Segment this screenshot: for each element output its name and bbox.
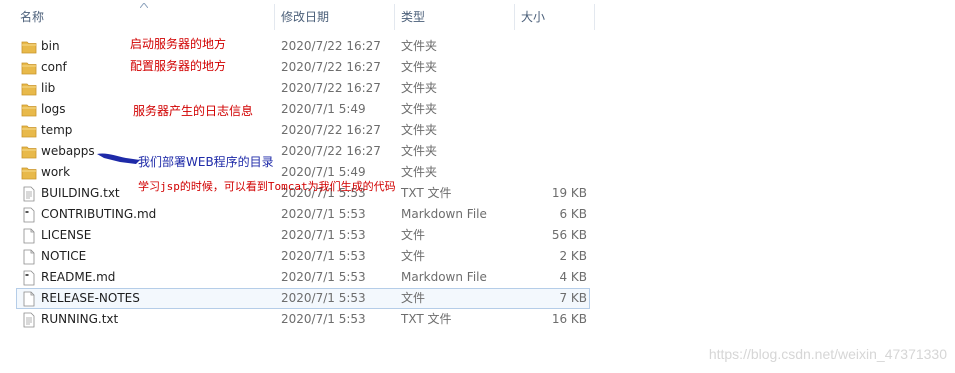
folder-icon bbox=[21, 41, 37, 54]
file-type: 文件 bbox=[401, 228, 426, 242]
file-name: bin bbox=[41, 39, 60, 53]
column-header-name[interactable]: 名称 bbox=[14, 0, 274, 34]
annotation-conf: 配置服务器的地方 bbox=[130, 59, 227, 73]
file-row[interactable]: RELEASE-NOTES 2020/7/1 5:53 文件 7 KB bbox=[16, 288, 590, 309]
file-size bbox=[487, 163, 587, 182]
file-size: 7 KB bbox=[559, 291, 587, 305]
file-size bbox=[487, 142, 587, 161]
markdown-file-icon bbox=[23, 207, 35, 223]
file-row[interactable]: temp 2020/7/22 16:27 文件夹 bbox=[16, 120, 590, 141]
file-size: 19 KB bbox=[551, 186, 587, 200]
file-size: 2 KB bbox=[559, 249, 587, 263]
file-name: RELEASE-NOTES bbox=[41, 291, 140, 305]
annotation-logs: 服务器产生的日志信息 bbox=[133, 104, 254, 118]
file-row[interactable]: CONTRIBUTING.md 2020/7/1 5:53 Markdown Fil… bbox=[16, 204, 590, 225]
file-name: lib bbox=[41, 81, 56, 95]
file-name: webapps bbox=[41, 144, 95, 158]
file-name: temp bbox=[41, 123, 73, 137]
file-type: Markdown File bbox=[401, 207, 487, 221]
column-divider[interactable] bbox=[594, 4, 595, 30]
file-row[interactable]: logs 2020/7/1 5:49 文件夹 bbox=[16, 99, 590, 120]
column-header-bar: 名称 修改日期 类型 大小 bbox=[0, 0, 955, 34]
file-name: CONTRIBUTING.md bbox=[41, 207, 157, 221]
file-date: 2020/7/1 5:53 bbox=[281, 207, 366, 221]
folder-icon bbox=[21, 167, 37, 180]
file-row[interactable]: README.md 2020/7/1 5:53 Markdown File 4 KB bbox=[16, 267, 590, 288]
file-name: work bbox=[41, 165, 71, 179]
file-type: 文件夹 bbox=[401, 81, 438, 95]
file-row[interactable]: lib 2020/7/22 16:27 文件夹 bbox=[16, 78, 590, 99]
file-name: conf bbox=[41, 60, 67, 74]
annotation-webapps: 我们部署WEB程序的目录 bbox=[138, 155, 274, 169]
file-size: 4 KB bbox=[559, 270, 587, 284]
file-date: 2020/7/1 5:53 bbox=[281, 270, 366, 284]
blank-file-icon bbox=[23, 249, 35, 265]
markdown-file-icon bbox=[23, 270, 35, 286]
file-name: BUILDING.txt bbox=[41, 186, 120, 200]
file-type: 文件夹 bbox=[401, 60, 438, 74]
file-name: logs bbox=[41, 102, 66, 116]
file-type: TXT 文件 bbox=[401, 186, 452, 200]
file-type: 文件 bbox=[401, 291, 426, 305]
column-header-date[interactable]: 修改日期 bbox=[275, 0, 395, 34]
blank-file-icon bbox=[23, 291, 35, 307]
file-type: 文件夹 bbox=[401, 165, 438, 179]
annotation-work: 学习jsp的时候，可以看到Tomcat为我们生成的代码 bbox=[138, 180, 396, 193]
file-row[interactable]: NOTICE 2020/7/1 5:53 文件 2 KB bbox=[16, 246, 590, 267]
file-date: 2020/7/22 16:27 bbox=[281, 144, 381, 158]
file-type: 文件夹 bbox=[401, 39, 438, 53]
watermark-text: https://blog.csdn.net/weixin_47371330 bbox=[708, 346, 947, 362]
file-name: NOTICE bbox=[41, 249, 87, 263]
file-name: LICENSE bbox=[41, 228, 92, 242]
file-type: 文件 bbox=[401, 249, 426, 263]
file-row[interactable]: RUNNING.txt 2020/7/1 5:53 TXT 文件 16 KB bbox=[16, 309, 590, 330]
folder-icon bbox=[21, 62, 37, 75]
file-size bbox=[487, 121, 587, 140]
folder-icon bbox=[21, 83, 37, 96]
file-date: 2020/7/22 16:27 bbox=[281, 81, 381, 95]
pen-scribble-mark bbox=[97, 153, 140, 164]
file-date: 2020/7/22 16:27 bbox=[281, 39, 381, 53]
file-type: 文件夹 bbox=[401, 123, 438, 137]
file-date: 2020/7/22 16:27 bbox=[281, 60, 381, 74]
file-row[interactable]: LICENSE 2020/7/1 5:53 文件 56 KB bbox=[16, 225, 590, 246]
file-date: 2020/7/1 5:53 bbox=[281, 291, 366, 305]
file-date: 2020/7/22 16:27 bbox=[281, 123, 381, 137]
file-name: README.md bbox=[41, 270, 116, 284]
column-header-type[interactable]: 类型 bbox=[395, 0, 515, 34]
file-type: TXT 文件 bbox=[401, 312, 452, 326]
file-type: 文件夹 bbox=[401, 102, 438, 116]
folder-icon bbox=[21, 104, 37, 117]
folder-icon bbox=[21, 125, 37, 138]
file-size bbox=[487, 37, 587, 56]
file-size bbox=[487, 79, 587, 98]
file-row[interactable]: bin 2020/7/22 16:27 文件夹 bbox=[16, 36, 590, 57]
annotation-bin: 启动服务器的地方 bbox=[130, 37, 227, 51]
text-file-icon bbox=[23, 186, 35, 202]
file-date: 2020/7/1 5:49 bbox=[281, 102, 366, 116]
file-row[interactable]: conf 2020/7/22 16:27 文件夹 bbox=[16, 57, 590, 78]
blank-file-icon bbox=[23, 228, 35, 244]
file-type: Markdown File bbox=[401, 270, 487, 284]
folder-icon bbox=[21, 146, 37, 159]
text-file-icon bbox=[23, 312, 35, 328]
file-size bbox=[487, 100, 587, 119]
file-date: 2020/7/1 5:53 bbox=[281, 312, 366, 326]
file-date: 2020/7/1 5:53 bbox=[281, 249, 366, 263]
column-header-size[interactable]: 大小 bbox=[515, 0, 595, 34]
file-name: RUNNING.txt bbox=[41, 312, 119, 326]
file-date: 2020/7/1 5:53 bbox=[281, 228, 366, 242]
file-size: 16 KB bbox=[551, 312, 587, 326]
file-size: 56 KB bbox=[551, 228, 587, 242]
file-type: 文件夹 bbox=[401, 144, 438, 158]
file-size: 6 KB bbox=[559, 207, 587, 221]
file-size bbox=[487, 58, 587, 77]
